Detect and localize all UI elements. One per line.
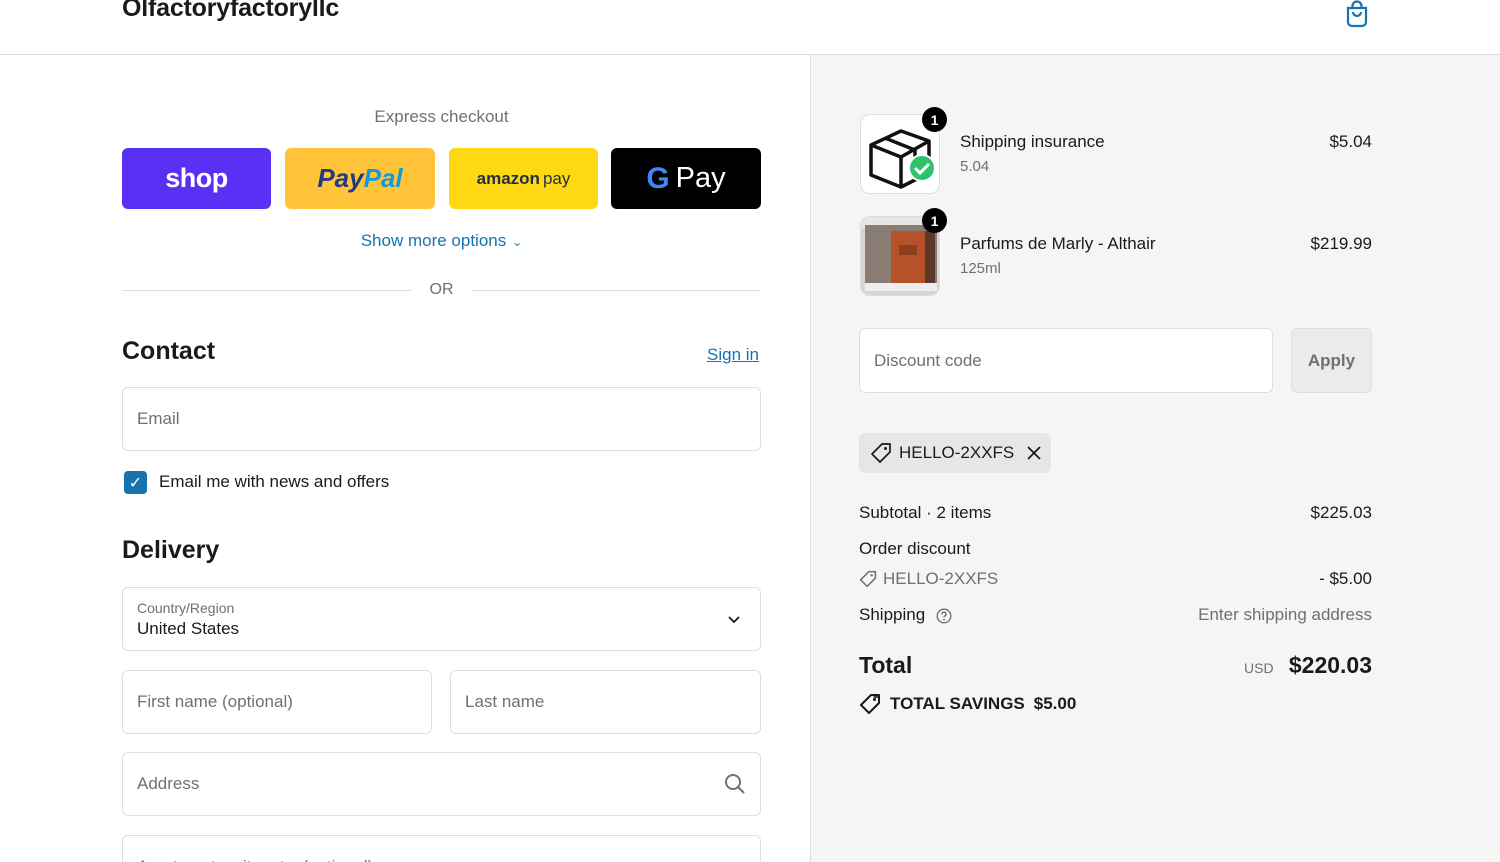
address-input[interactable]	[137, 774, 760, 794]
item-name: Shipping insurance	[960, 132, 1105, 151]
or-divider-text: OR	[429, 281, 454, 298]
discount-code-row: HELLO-2XXFS	[859, 569, 998, 589]
shop-pay-label: shop	[165, 163, 228, 193]
order-discount-label: Order discount	[859, 539, 971, 558]
last-name-input[interactable]	[465, 692, 760, 712]
total-label: Total	[859, 652, 913, 678]
total-savings-value: $5.00	[1033, 694, 1077, 713]
close-icon[interactable]	[1025, 444, 1043, 462]
delivery-title: Delivery	[122, 536, 220, 564]
show-more-options-link[interactable]: Show more options ⌄	[122, 231, 761, 251]
applied-discount-chip: HELLO-2XXFS	[859, 433, 1051, 473]
country-value: United States	[137, 619, 240, 638]
chevron-down-icon	[728, 616, 740, 624]
subtotal-value: $225.03	[1310, 503, 1372, 522]
search-icon[interactable]	[724, 773, 746, 795]
sign-in-link[interactable]: Sign in	[707, 345, 759, 365]
paypal-label-pal: Pal	[363, 163, 403, 193]
paypal-button[interactable]: Pay Pal	[285, 148, 435, 209]
express-checkout-title: Express checkout	[374, 107, 509, 126]
applied-discount-code: HELLO-2XXFS	[899, 443, 1015, 462]
header: Olfactoryfactoryllc	[0, 0, 1500, 55]
last-name-field[interactable]	[450, 670, 761, 734]
show-more-options-label: Show more options	[360, 231, 507, 250]
country-label: Country/Region	[137, 600, 235, 616]
item-variant: 5.04	[960, 158, 990, 175]
apartment-input[interactable]	[137, 857, 760, 862]
item-price: $219.99	[1310, 234, 1372, 253]
apply-discount-button[interactable]: Apply	[1291, 328, 1372, 393]
newsletter-checkbox[interactable]: ✓	[124, 471, 147, 494]
first-name-field[interactable]	[122, 670, 432, 734]
total-currency: USD	[1244, 660, 1274, 676]
item-variant: 125ml	[960, 260, 1001, 277]
amazon-pay-label-amazon: amazon	[476, 168, 540, 188]
apartment-field[interactable]	[122, 835, 761, 862]
shipping-label: Shipping	[859, 605, 926, 624]
amazon-pay-label-pay: pay	[542, 168, 571, 188]
tag-icon	[871, 443, 891, 463]
google-pay-button[interactable]: G Pay	[611, 148, 761, 209]
address-field[interactable]	[122, 752, 761, 816]
total-savings-row: TOTAL SAVINGS $5.00	[859, 693, 1076, 715]
total-value: $220.03	[1288, 652, 1372, 678]
newsletter-label: Email me with news and offers	[159, 472, 390, 491]
chevron-down-icon: ⌄	[512, 234, 523, 249]
shop-pay-button[interactable]: shop	[122, 148, 271, 209]
google-g-icon: G	[646, 161, 670, 195]
first-name-input[interactable]	[137, 692, 431, 712]
shipping-value: Enter shipping address	[1198, 605, 1372, 624]
paypal-label-pay: Pay	[317, 163, 364, 193]
amazon-pay-button[interactable]: amazon pay	[449, 148, 598, 209]
contact-title: Contact	[122, 337, 216, 365]
discount-value: - $5.00	[1319, 569, 1372, 588]
quantity-badge: 1	[922, 107, 947, 132]
discount-code-field[interactable]	[859, 328, 1273, 393]
shipping-row: Shipping	[859, 605, 952, 625]
store-logo[interactable]: Olfactoryfactoryllc	[122, 0, 339, 23]
shopping-bag-icon[interactable]	[1342, 0, 1372, 28]
google-pay-label: Pay	[675, 162, 726, 194]
tag-icon	[859, 570, 877, 588]
email-input[interactable]	[137, 409, 760, 429]
tag-icon	[860, 694, 880, 714]
item-name: Parfums de Marly - Althair	[960, 234, 1156, 253]
discount-code-input[interactable]	[874, 350, 1272, 371]
subtotal-label: Subtotal · 2 items	[859, 503, 992, 522]
email-field[interactable]	[122, 387, 761, 451]
total-savings-label: TOTAL SAVINGS	[890, 694, 1025, 713]
discount-code-text: HELLO-2XXFS	[883, 569, 999, 588]
item-price: $5.04	[1329, 132, 1372, 151]
divider-right	[471, 290, 761, 291]
quantity-badge: 1	[922, 208, 947, 233]
checkout-form-column: Express checkout shop Pay Pal amazon pay G…	[0, 55, 810, 862]
question-circle-icon[interactable]	[936, 608, 952, 624]
divider-left	[122, 290, 412, 291]
